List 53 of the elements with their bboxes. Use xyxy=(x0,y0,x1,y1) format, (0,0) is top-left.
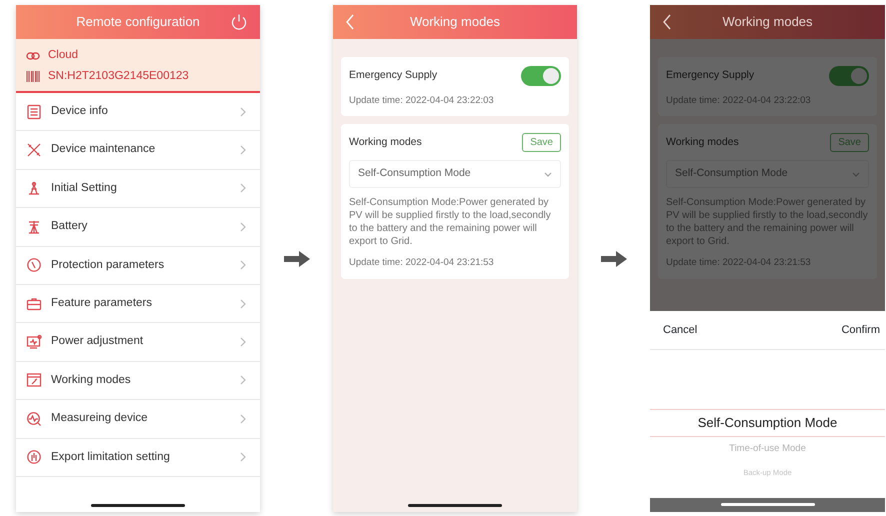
chevron-right-icon xyxy=(240,298,246,309)
update-time: Update time: 2022-04-04 23:22:03 xyxy=(349,94,495,108)
menu-item[interactable]: Protection parameters xyxy=(16,246,260,285)
menu-item[interactable]: Export limitation setting xyxy=(16,438,260,477)
menu-item[interactable]: Battery xyxy=(16,208,260,247)
tower-icon xyxy=(26,180,42,196)
power-icon[interactable] xyxy=(230,13,248,31)
screen-title: Working modes xyxy=(722,13,813,32)
chevron-right-icon xyxy=(240,222,246,232)
menu-item[interactable]: Initial Setting xyxy=(16,170,260,208)
menu-item[interactable]: Device info xyxy=(16,93,260,132)
menu-item[interactable]: Power adjustment xyxy=(16,323,260,362)
menu-item[interactable]: Feature parameters xyxy=(16,284,260,324)
chevron-right-icon xyxy=(240,106,246,117)
toggle-switch[interactable] xyxy=(521,66,561,86)
chevron-right-icon xyxy=(240,375,246,386)
chevron-right-icon xyxy=(240,414,246,424)
list-icon xyxy=(26,104,42,120)
back-icon[interactable] xyxy=(662,14,672,30)
chevron-down-icon xyxy=(852,172,860,177)
briefcase-icon xyxy=(26,296,42,312)
monitor-icon xyxy=(26,334,42,350)
setting-label: Working modes xyxy=(666,134,739,150)
barcode-icon xyxy=(26,71,40,82)
chevron-right-icon xyxy=(240,183,246,194)
chevron-down-icon xyxy=(544,172,552,177)
toggle-switch[interactable] xyxy=(829,66,869,86)
setting-label: Emergency Supply xyxy=(666,68,754,84)
menu-item[interactable]: Measureing device xyxy=(16,400,260,439)
right-arrow-icon xyxy=(600,250,628,268)
link-icon xyxy=(26,52,40,60)
mode-dropdown[interactable]: Self-Consumption Mode xyxy=(349,160,561,188)
cancel-button[interactable]: Cancel xyxy=(662,320,698,340)
setting-label: Working modes xyxy=(349,134,422,150)
update-time: Update time: 2022-04-04 23:21:53 xyxy=(349,256,495,270)
chevron-right-icon xyxy=(240,260,246,270)
picker-option[interactable]: Self-Consumption Mode xyxy=(650,409,885,437)
serial-number: SN:H2T2103G2145E00123 xyxy=(48,68,189,84)
menu-item[interactable]: Working modes xyxy=(16,362,260,400)
chevron-right-icon xyxy=(240,337,246,348)
pulse-magnifier-icon xyxy=(26,410,42,427)
right-arrow-icon xyxy=(282,250,310,268)
setting-label: Emergency Supply xyxy=(349,68,438,84)
menu-item[interactable]: Device maintenance xyxy=(16,131,260,170)
meter-icon xyxy=(26,449,42,466)
confirm-button[interactable]: Confirm xyxy=(840,320,881,340)
chevron-right-icon xyxy=(240,452,246,462)
chevron-right-icon xyxy=(240,145,246,156)
connection-label: Cloud xyxy=(48,48,78,63)
pylon-icon xyxy=(26,218,42,235)
screen-title: Working modes xyxy=(410,13,500,32)
screen-title: Remote configuration xyxy=(76,13,200,32)
mode-description: Self-Consumption Mode:Power generated by PV will be supplied firstly to the load,secondly to the battery and the remaining power will export to Grid. xyxy=(349,196,552,248)
